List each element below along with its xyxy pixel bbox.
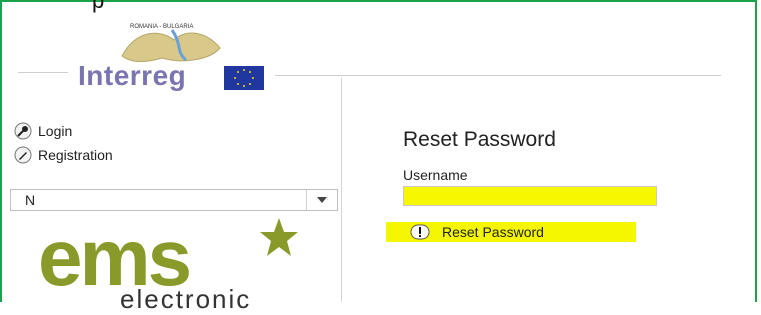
header-rule-right: [275, 75, 721, 76]
layout-divider: [341, 78, 342, 302]
language-select-value: N: [25, 192, 36, 208]
sidebar-item-login[interactable]: Login: [14, 120, 113, 142]
eu-flag-icon: [224, 66, 264, 90]
registration-pen-icon: [14, 146, 32, 164]
username-label: Username: [403, 167, 468, 183]
language-dropdown-button[interactable]: [306, 190, 337, 210]
reset-password-button[interactable]: Reset Password: [386, 222, 636, 242]
interreg-map-logo: ROMANIA - BULGARIA: [121, 24, 221, 63]
map-caption: ROMANIA - BULGARIA: [130, 24, 193, 30]
ems-logo-subtext: electronic: [120, 284, 252, 314]
sidebar-item-label: Login: [38, 123, 73, 139]
chevron-down-icon: [317, 197, 327, 203]
username-input[interactable]: [403, 186, 657, 206]
sidebar-item-registration[interactable]: Registration: [14, 144, 113, 166]
sidebar-item-label: Registration: [38, 147, 113, 163]
login-key-icon: [14, 122, 32, 140]
alert-icon: [410, 224, 430, 240]
reset-password-label: Reset Password: [442, 224, 544, 240]
sidebar-nav: Login Registration: [14, 120, 113, 168]
language-select[interactable]: N: [10, 189, 338, 211]
interreg-logo-text: Interreg: [78, 60, 187, 91]
page-title: Reset Password: [403, 128, 556, 151]
header-rule-left: [18, 72, 68, 73]
star-icon: [260, 218, 298, 256]
ems-logo: ems electronic: [38, 218, 298, 314]
